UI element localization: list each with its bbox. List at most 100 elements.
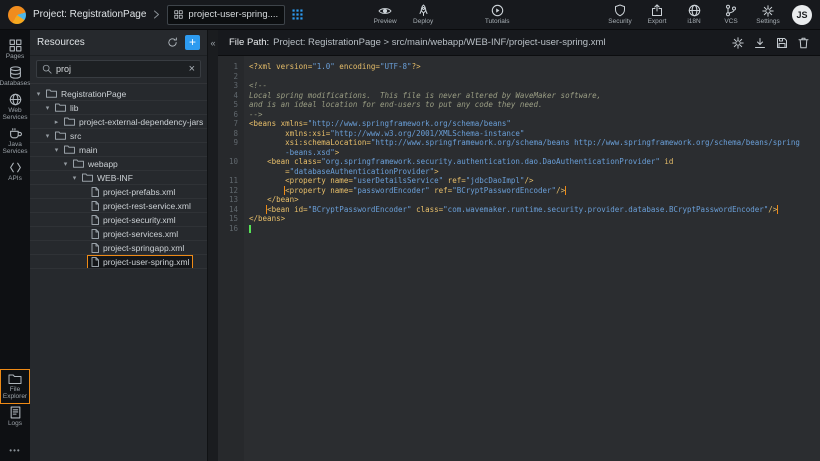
- activity-bar: Pages Databases Web Services Java ServicesA…: [0, 30, 30, 461]
- code-line[interactable]: 9 xsi:schemaLocation="http://www.springf…: [218, 138, 818, 148]
- code-line[interactable]: -beans.xsd">: [218, 148, 818, 158]
- chevron-down-icon[interactable]: ▾: [43, 132, 52, 140]
- code-line[interactable]: 1<?xml version="1.0" encoding="UTF-8"?>: [218, 62, 818, 72]
- code-line[interactable]: 3<!--: [218, 81, 818, 91]
- sidebar-item-apis[interactable]: APIs: [1, 158, 29, 185]
- tree-item-project-springapp.xml[interactable]: project-springapp.xml: [30, 241, 207, 255]
- chevron-down-icon[interactable]: ▾: [70, 174, 79, 182]
- tree-item-src[interactable]: ▾ src: [30, 129, 207, 143]
- resources-title: Resources: [37, 37, 160, 48]
- sidebar-item-label: Pages: [6, 53, 24, 60]
- code-area[interactable]: 1<?xml version="1.0" encoding="UTF-8"?>2…: [218, 56, 820, 461]
- code-editor: File Path: Project: RegistrationPage > s…: [218, 30, 820, 461]
- file-icon: [91, 187, 99, 197]
- tree-item-project-rest-service.xml[interactable]: project-rest-service.xml: [30, 199, 207, 213]
- tree-item-WEB-INF[interactable]: ▾WEB-INF: [30, 171, 207, 185]
- project-name: Project: RegistrationPage: [33, 9, 146, 20]
- more-options-button[interactable]: •••: [9, 442, 20, 461]
- folder-icon: [46, 89, 57, 98]
- tutorials-icon: [491, 4, 504, 17]
- code-line[interactable]: 4Local spring modifications. This file i…: [218, 91, 818, 101]
- folder-icon: [8, 373, 22, 385]
- chevron-down-icon[interactable]: ▾: [61, 160, 70, 168]
- code-line[interactable]: 6-->: [218, 110, 818, 120]
- sidebar-item-java-services[interactable]: Java Services: [1, 124, 29, 158]
- file-icon: [91, 201, 99, 211]
- tree-item-project-user-spring.xml[interactable]: project-user-spring.xml: [30, 255, 207, 269]
- apps-grid-icon[interactable]: [292, 9, 303, 20]
- collapse-panel-icon[interactable]: «: [210, 30, 215, 461]
- preview-button[interactable]: Preview: [372, 4, 398, 25]
- tree-item-project-security.xml[interactable]: project-security.xml: [30, 213, 207, 227]
- code-line[interactable]: 15</beans>: [218, 214, 818, 224]
- code-line[interactable]: 5and is an ideal location for end-users …: [218, 100, 818, 110]
- text-cursor: [249, 225, 251, 233]
- tree-item-webapp[interactable]: ▾webapp: [30, 157, 207, 171]
- download-icon[interactable]: [754, 37, 766, 49]
- save-icon[interactable]: [776, 37, 788, 49]
- chevron-down-icon[interactable]: ▾: [52, 146, 61, 154]
- code-line[interactable]: 10 <bean class="org.springframework.secu…: [218, 157, 818, 167]
- code-line[interactable]: 7<beans xmlns="http://www.springframewor…: [218, 119, 818, 129]
- tutorials-button[interactable]: Tutorials: [484, 4, 510, 25]
- open-file-tab[interactable]: project-user-spring....: [167, 5, 285, 25]
- gutter-line-number: [218, 167, 244, 177]
- code-line[interactable]: 12 <property name="passwordEncoder" ref=…: [218, 186, 818, 196]
- chevron-down-icon[interactable]: ▾: [34, 90, 43, 98]
- code-line[interactable]: 16: [218, 224, 818, 234]
- tree-item-project-external-dependency-jars[interactable]: ▸project-external-dependency-jars: [30, 115, 207, 129]
- chevron-right-icon[interactable]: ▸: [52, 118, 61, 126]
- add-resource-button[interactable]: +: [185, 35, 200, 50]
- vcs-button[interactable]: VCS: [718, 4, 744, 25]
- tree-item-project-services.xml[interactable]: project-services.xml: [30, 227, 207, 241]
- file-icon: [91, 215, 99, 225]
- export-button[interactable]: Export: [644, 4, 670, 25]
- code-line[interactable]: 2: [218, 72, 818, 82]
- sidebar-item-databases[interactable]: Databases: [1, 63, 29, 90]
- panel-collapse-strip[interactable]: «: [208, 30, 218, 461]
- tree-item-RegistrationPage[interactable]: ▾ RegistrationPage: [30, 87, 207, 101]
- chevron-down-icon[interactable]: ▾: [43, 104, 52, 112]
- tree-item-main[interactable]: ▾main: [30, 143, 207, 157]
- gutter-line-number: 1: [218, 62, 244, 72]
- editor-settings-icon[interactable]: [732, 37, 744, 49]
- sidebar-item-label: Databases: [0, 80, 31, 87]
- search-box: ×: [36, 60, 201, 78]
- sidebar-item-web-services[interactable]: Web Services: [1, 90, 29, 124]
- sidebar-item-label: Web Services: [1, 107, 29, 121]
- editor-header: File Path: Project: RegistrationPage > s…: [218, 30, 820, 56]
- sidebar-item-file-explorer[interactable]: File Explorer: [1, 370, 29, 403]
- deploy-button[interactable]: Deploy: [410, 4, 436, 25]
- folder-icon: [73, 159, 84, 168]
- code-line[interactable]: 11 <property name="userDetailsService" r…: [218, 176, 818, 186]
- gutter-line-number: 16: [218, 224, 244, 234]
- clear-search-icon[interactable]: ×: [189, 64, 195, 75]
- code-line[interactable]: 8 xmlns:xsi="http://www.w3.org/2001/XMLS…: [218, 129, 818, 139]
- search-input[interactable]: [56, 64, 185, 74]
- highlight-box: <bean id="BCryptPasswordEncoder" class="…: [267, 205, 777, 214]
- refresh-icon[interactable]: [167, 37, 178, 48]
- api-icon: [9, 161, 22, 174]
- i18n-button[interactable]: i18N: [681, 4, 707, 25]
- settings-button[interactable]: Settings: [755, 4, 781, 25]
- tree-item-project-prefabs.xml[interactable]: project-prefabs.xml: [30, 185, 207, 199]
- tree-item-label: src: [70, 131, 81, 141]
- open-file-name: project-user-spring....: [188, 9, 278, 20]
- logs-icon: [9, 406, 22, 419]
- file-icon: [91, 257, 99, 267]
- folder-icon: [64, 117, 75, 126]
- code-line[interactable]: ="databaseAuthenticationProvider">: [218, 167, 818, 177]
- tree-item-lib[interactable]: ▾lib: [30, 101, 207, 115]
- delete-icon[interactable]: [798, 37, 809, 49]
- tree-item-label: project-security.xml: [103, 215, 176, 225]
- user-avatar[interactable]: JS: [792, 5, 812, 25]
- gutter-line-number: 10: [218, 157, 244, 167]
- tree-item-label: project-services.xml: [103, 229, 178, 239]
- code-line[interactable]: 13 </bean>: [218, 195, 818, 205]
- security-button[interactable]: Security: [607, 4, 633, 25]
- tree-item-label: RegistrationPage: [61, 89, 126, 99]
- sidebar-item-logs[interactable]: Logs: [1, 403, 29, 430]
- wavemaker-logo-icon[interactable]: [8, 6, 26, 24]
- sidebar-item-pages[interactable]: Pages: [1, 36, 29, 63]
- code-line[interactable]: 14 <bean id="BCryptPasswordEncoder" clas…: [218, 205, 818, 215]
